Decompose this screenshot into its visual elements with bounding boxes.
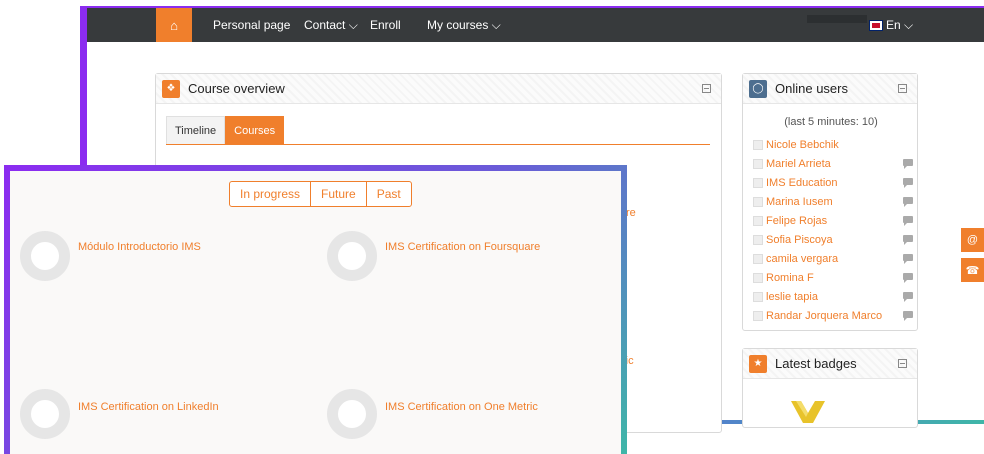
home-button[interactable]: ⌂ — [156, 8, 192, 42]
user-row[interactable]: IMS Education — [753, 174, 913, 192]
avatar — [753, 273, 763, 283]
online-users-card: ◯ Online users (last 5 minutes: 10) Nico… — [742, 73, 918, 331]
message-icon[interactable] — [903, 159, 913, 169]
medal-icon[interactable] — [787, 397, 829, 427]
message-icon[interactable] — [903, 216, 913, 226]
course-filter-group: In progress Future Past — [229, 181, 412, 207]
course-link[interactable]: Módulo Introductorio IMS — [78, 241, 201, 253]
uk-flag-icon — [869, 20, 883, 32]
user-name-link[interactable]: IMS Education — [766, 177, 838, 189]
filter-future[interactable]: Future — [311, 182, 367, 206]
user-row[interactable]: Randar Jorquera Marco — [753, 307, 913, 325]
nav-my-courses[interactable]: My courses ⌵ — [427, 8, 501, 42]
pin-icon: ❖ — [162, 79, 180, 98]
latest-badges-header: ★ Latest badges — [743, 349, 917, 379]
user-name-link[interactable]: Felipe Rojas — [766, 215, 827, 227]
online-users-subtitle: (last 5 minutes: 10) — [784, 116, 878, 128]
course-link[interactable]: IMS Certification on Foursquare — [385, 241, 540, 253]
nav-personal-page[interactable]: Personal page — [213, 8, 290, 42]
user-name-link[interactable]: leslie tapia — [766, 291, 818, 303]
message-icon[interactable] — [903, 311, 913, 321]
online-users-title: Online users — [775, 81, 848, 96]
avatar — [753, 197, 763, 207]
latest-badges-card: ★ Latest badges — [742, 348, 918, 428]
tab-timeline[interactable]: Timeline — [166, 116, 226, 144]
avatar — [753, 292, 763, 302]
message-icon[interactable] — [903, 197, 913, 207]
user-row[interactable]: Marina Iusem — [753, 193, 913, 211]
course-link[interactable]: IMS Certification on LinkedIn — [78, 401, 219, 413]
nav-divider — [807, 15, 867, 23]
course-overview-tabs: Timeline Courses — [166, 116, 285, 144]
message-icon[interactable] — [903, 292, 913, 302]
progress-label: 0% — [39, 251, 51, 261]
message-icon[interactable] — [903, 273, 913, 283]
course-link-partial[interactable]: re — [626, 207, 636, 219]
filter-in-progress[interactable]: In progress — [230, 182, 312, 206]
collapse-icon[interactable] — [702, 84, 711, 93]
progress-label: 0% — [39, 409, 51, 419]
user-name-link[interactable]: Sofia Piscoya — [766, 234, 833, 246]
latest-badges-title: Latest badges — [775, 356, 857, 371]
phone-icon: ☎ — [965, 264, 980, 277]
user-name-link[interactable]: Randar Jorquera Marco — [766, 310, 882, 322]
progress-ring: 0% — [327, 231, 377, 281]
user-row[interactable]: Felipe Rojas — [753, 212, 913, 230]
user-row[interactable]: camila vergara — [753, 250, 913, 268]
nav-contact[interactable]: Contact ⌵ — [304, 8, 358, 42]
progress-ring: 0% — [20, 231, 70, 281]
user-row[interactable]: leslie tapia — [753, 288, 913, 306]
trophy-icon: ★ — [749, 354, 767, 373]
message-icon[interactable] — [903, 235, 913, 245]
message-icon[interactable] — [903, 178, 913, 188]
phone-side-tab[interactable]: ☎ — [961, 258, 984, 282]
course-overview-header: ❖ Course overview — [156, 74, 721, 104]
avatar — [753, 140, 763, 150]
user-name-link[interactable]: Romina F — [766, 272, 814, 284]
progress-label: 0% — [346, 409, 358, 419]
message-icon[interactable] — [903, 254, 913, 264]
avatar — [753, 216, 763, 226]
home-icon: ⌂ — [170, 17, 178, 33]
user-name-link[interactable]: Marina Iusem — [766, 196, 833, 208]
zoomed-courses-panel: In progress Future Past 0% Módulo Introd… — [4, 165, 627, 454]
user-name-link[interactable]: Nicole Bebchik — [766, 139, 839, 151]
top-navbar: ⌂ Personal page Contact ⌵ Enroll My cour… — [87, 8, 984, 42]
user-row[interactable]: Mariel Arrieta — [753, 155, 913, 173]
language-selector[interactable]: En ⌵ — [869, 8, 914, 42]
user-row[interactable]: Nicole Bebchik — [753, 136, 913, 154]
progress-ring: 0% — [327, 389, 377, 439]
user-row[interactable]: Romina F — [753, 269, 913, 287]
user-row[interactable]: Sofia Piscoya — [753, 231, 913, 249]
progress-label: 0% — [346, 251, 358, 261]
avatar — [753, 159, 763, 169]
collapse-icon[interactable] — [898, 84, 907, 93]
course-overview-title: Course overview — [188, 81, 285, 96]
user-icon: ◯ — [749, 79, 767, 98]
user-name-link[interactable]: camila vergara — [766, 253, 838, 265]
avatar — [753, 178, 763, 188]
avatar — [753, 235, 763, 245]
at-icon: @ — [966, 234, 979, 246]
progress-ring: 0% — [20, 389, 70, 439]
online-users-header: ◯ Online users — [743, 74, 917, 104]
filter-past[interactable]: Past — [367, 182, 411, 206]
avatar — [753, 254, 763, 264]
email-side-tab[interactable]: @ — [961, 228, 984, 252]
collapse-icon[interactable] — [898, 359, 907, 368]
avatar — [753, 311, 763, 321]
language-label: En ⌵ — [886, 18, 914, 32]
tab-courses[interactable]: Courses — [225, 116, 285, 144]
course-link[interactable]: IMS Certification on One Metric — [385, 401, 538, 413]
nav-enroll[interactable]: Enroll — [370, 8, 401, 42]
user-name-link[interactable]: Mariel Arrieta — [766, 158, 831, 170]
tab-underline — [166, 144, 710, 145]
